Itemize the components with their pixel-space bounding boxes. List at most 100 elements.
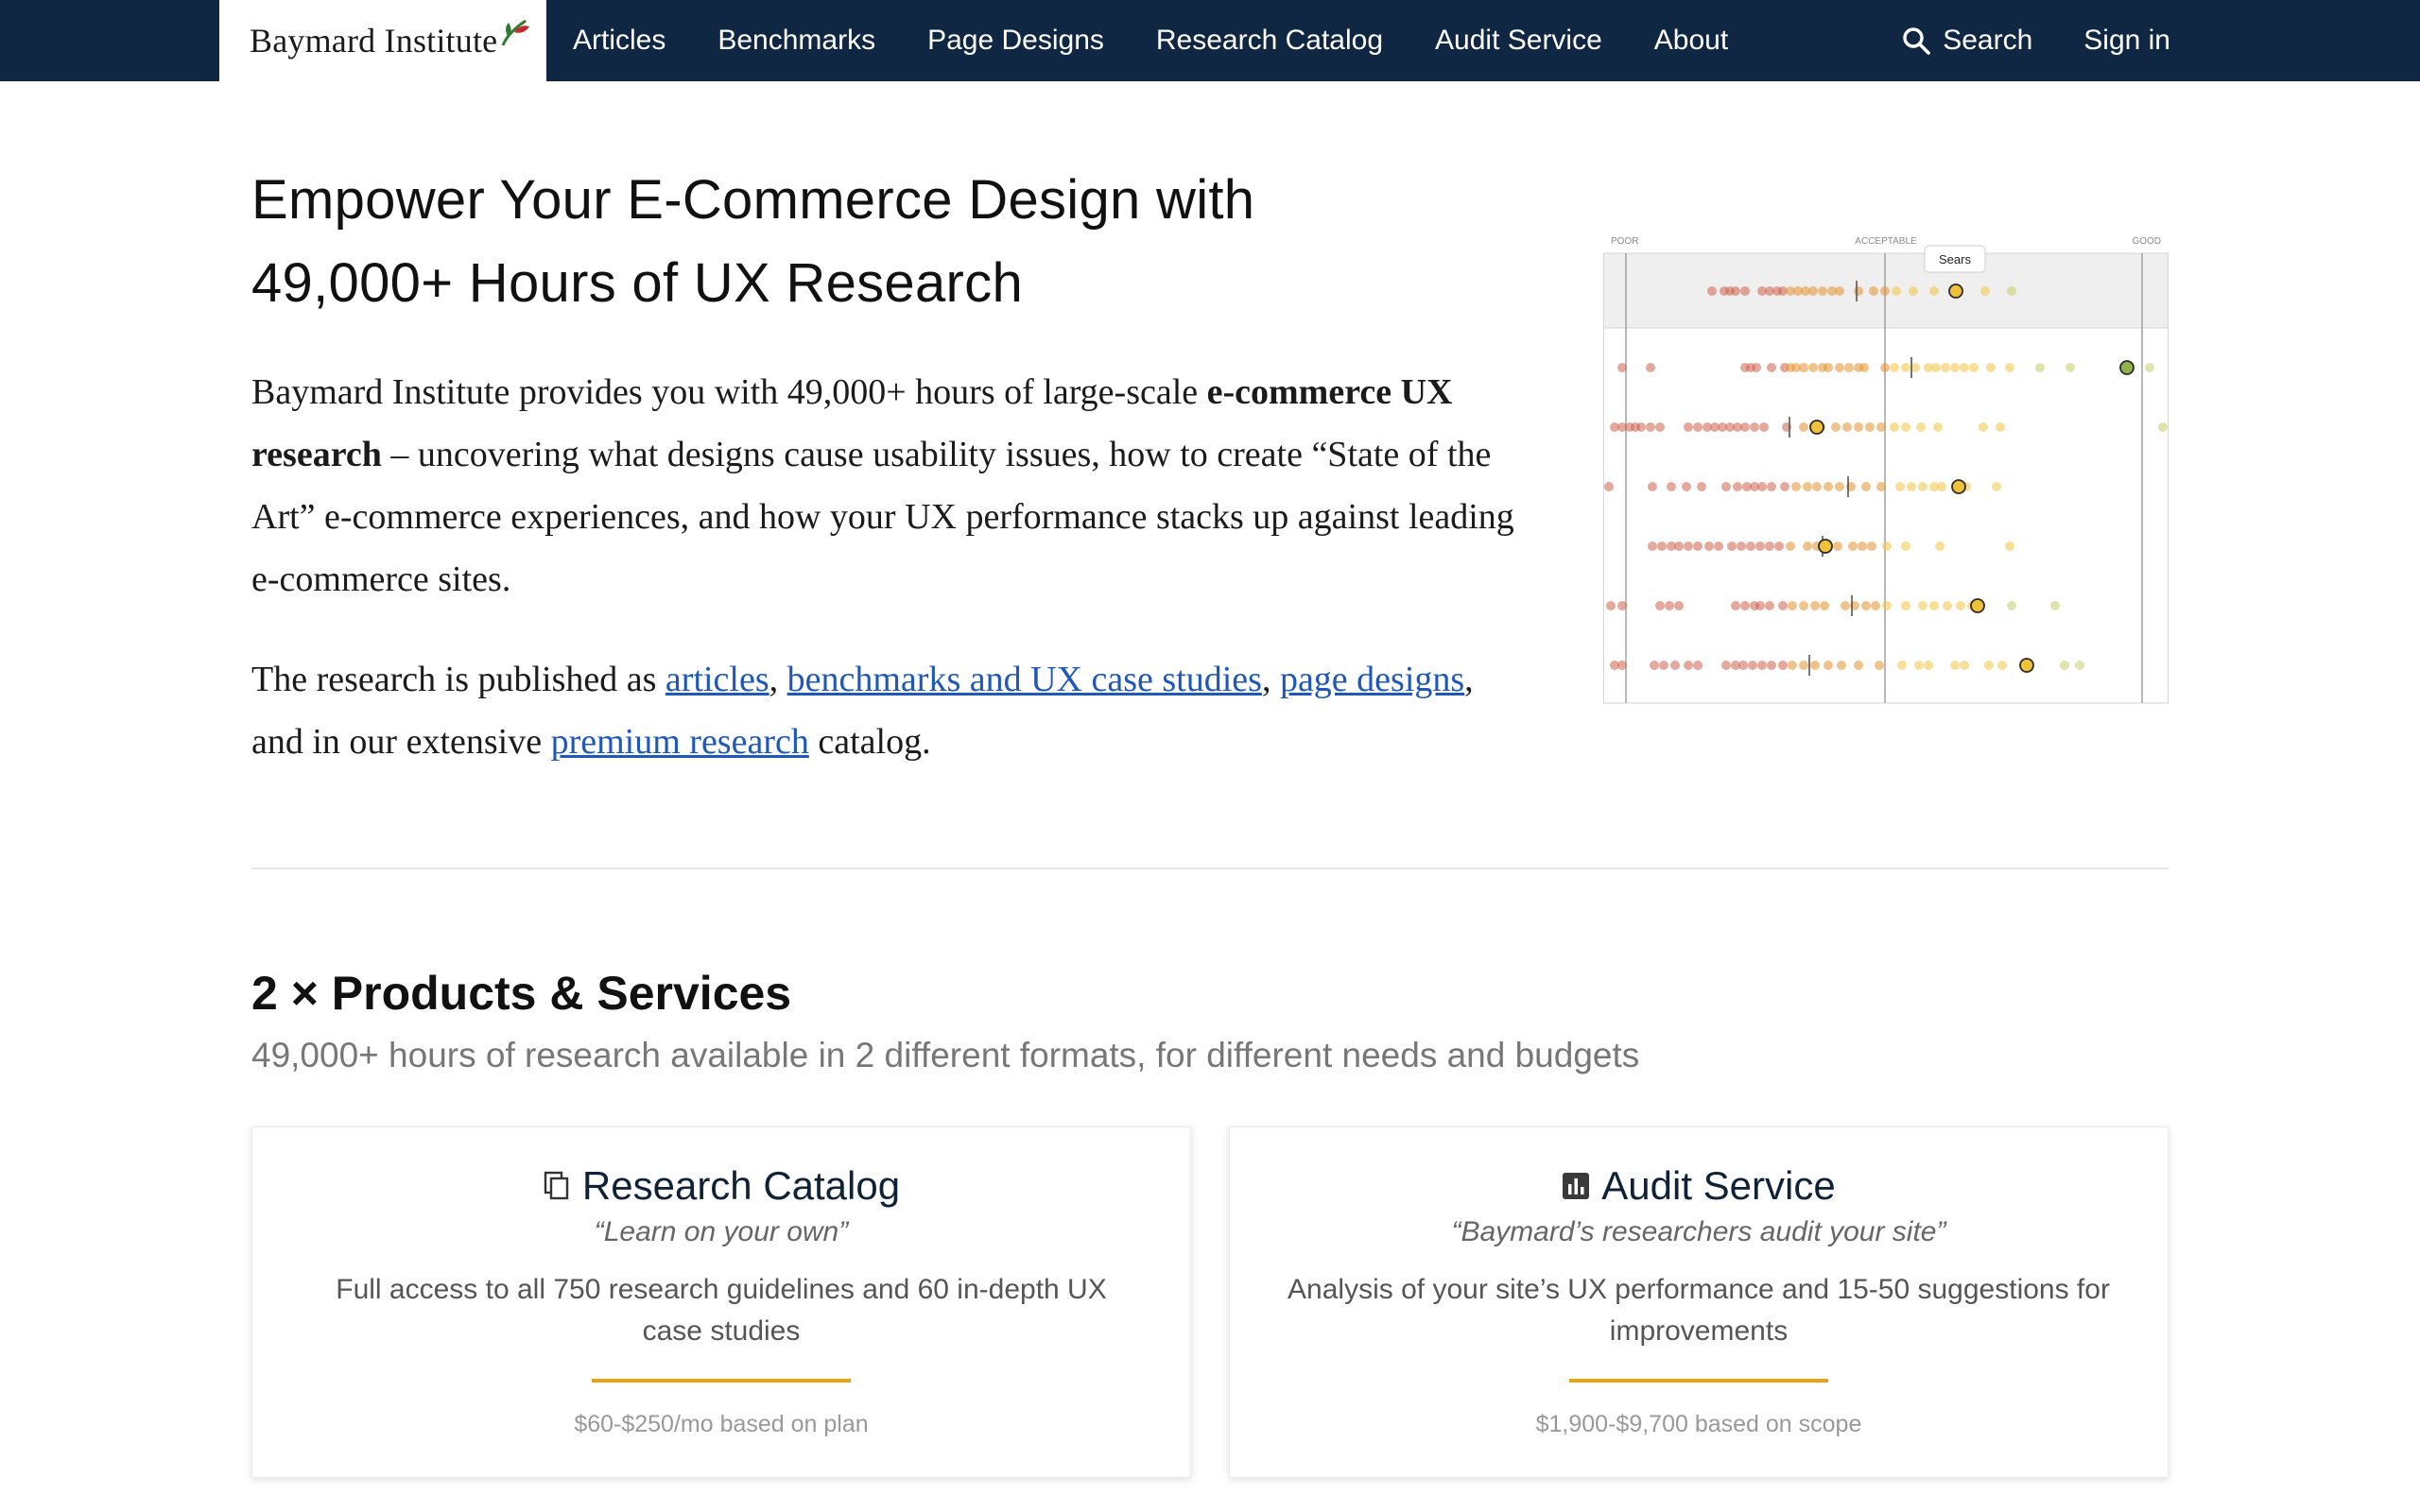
search-label: Search: [1943, 25, 2033, 56]
benchmark-dot: [1786, 541, 1795, 551]
benchmark-dot: [1901, 422, 1910, 432]
benchmark-dot: [1740, 601, 1750, 610]
benchmark-dot: [1778, 661, 1788, 670]
benchmark-dot: [1969, 363, 1979, 372]
benchmark-dot: [1767, 363, 1776, 372]
benchmark-dot: [1859, 363, 1869, 372]
benchmark-dot: [1731, 601, 1740, 610]
card-header: Audit Service: [1230, 1161, 2168, 1211]
card-price: $60-$250/mo based on plan: [574, 1411, 869, 1437]
benchmark-dot: [1861, 601, 1871, 610]
premium-research-link[interactable]: premium research: [551, 722, 809, 762]
hero-p1-text-rest: – uncovering what designs cause usabilit…: [251, 435, 1514, 599]
benchmark-dot: [1824, 661, 1833, 670]
benchmark-dot: [1636, 422, 1646, 432]
benchmark-dot: [1833, 541, 1842, 551]
benchmark-dot: [1892, 286, 1901, 296]
products-title: 2 × Products & Services: [251, 967, 792, 1020]
benchmark-dot: [1871, 601, 1880, 610]
nav-item-articles[interactable]: Articles: [573, 25, 666, 57]
benchmark-dot: [1714, 541, 1723, 551]
benchmark-dot: [1646, 363, 1655, 372]
benchmark-dot: [2075, 661, 2084, 670]
benchmark-dot: [2005, 541, 2014, 551]
logo[interactable]: Baymard Institute: [219, 0, 546, 81]
benchmark-dot: [1992, 482, 2001, 491]
benchmark-scatter-graphic: POOR ACCEPTABLE GOOD Sears: [1603, 236, 2169, 704]
benchmark-dot: [1901, 601, 1910, 610]
benchmark-dot: [1733, 482, 1742, 491]
benchmark-dot: [1693, 541, 1703, 551]
hero-title: Empower Your E-Commerce Design with 49,0…: [251, 159, 1386, 325]
benchmark-dot: [1895, 482, 1905, 491]
hero-title-line1: Empower Your E-Commerce Design with: [251, 169, 1255, 231]
benchmark-dot: [1740, 422, 1750, 432]
benchmark-dot: [1914, 661, 1924, 670]
highlighted-site-marker: [1970, 598, 1985, 613]
benchmark-dot: [1665, 601, 1674, 610]
highlighted-site-marker: [2119, 360, 2135, 375]
benchmark-dot: [1740, 286, 1750, 296]
hero-p2-sep2: ,: [1261, 660, 1280, 699]
benchmark-dot: [1757, 482, 1767, 491]
benchmark-dot: [1803, 541, 1812, 551]
accent-bar: [592, 1379, 851, 1383]
products-subtitle: 49,000+ hours of research available in 2…: [251, 1036, 1640, 1074]
hero-copy: Baymard Institute provides you with 49,0…: [251, 361, 1518, 811]
benchmark-dot: [1604, 482, 1614, 491]
benchmark-dot: [1950, 363, 1960, 372]
articles-link[interactable]: articles: [666, 660, 769, 699]
benchmark-dot: [1979, 422, 1988, 432]
benchmark-dot: [1617, 601, 1627, 610]
benchmark-dot: [1810, 601, 1820, 610]
main-menu: Articles Benchmarks Page Designs Researc…: [573, 0, 1780, 81]
benchmark-dot: [1841, 601, 1850, 610]
nav-item-research-catalog[interactable]: Research Catalog: [1156, 25, 1383, 57]
benchmarks-link[interactable]: benchmarks and UX case studies: [787, 660, 1262, 699]
nav-item-about[interactable]: About: [1654, 25, 1728, 57]
hero-paragraph-1: Baymard Institute provides you with 49,0…: [251, 361, 1518, 610]
benchmark-dot: [1617, 363, 1627, 372]
benchmark-dot: [1737, 541, 1746, 551]
benchmark-dot: [1693, 422, 1703, 432]
research-catalog-card[interactable]: Research Catalog “Learn on your own” Ful…: [251, 1126, 1191, 1478]
nav-item-audit-service[interactable]: Audit Service: [1435, 25, 1602, 57]
benchmark-dot: [1799, 601, 1808, 610]
benchmark-dot: [1727, 541, 1737, 551]
benchmark-dot: [1980, 286, 1990, 296]
benchmark-dot: [1909, 286, 1918, 296]
search-button[interactable]: Search: [1901, 25, 2032, 57]
benchmark-dot: [1657, 541, 1667, 551]
tooltip-label: Sears: [1939, 252, 1971, 266]
benchmark-dot: [1646, 422, 1655, 432]
nav-right: Search Sign in: [1901, 0, 2170, 81]
benchmark-dot: [2158, 422, 2168, 432]
benchmark-dot: [1858, 541, 1867, 551]
benchmark-dot: [2066, 363, 2075, 372]
benchmark-dot: [1674, 601, 1684, 610]
card-header: Research Catalog: [252, 1161, 1190, 1211]
highlighted-site-marker: [1951, 479, 1966, 494]
audit-service-card[interactable]: Audit Service “Baymard’s researchers aud…: [1229, 1126, 2169, 1478]
benchmark-dot: [1799, 661, 1808, 670]
benchmark-dot: [1738, 661, 1748, 670]
nav-item-benchmarks[interactable]: Benchmarks: [717, 25, 875, 57]
benchmark-dot: [1960, 661, 1969, 670]
benchmark-dot: [1820, 601, 1829, 610]
nav-item-page-designs[interactable]: Page Designs: [927, 25, 1104, 57]
benchmark-dot: [1648, 482, 1657, 491]
benchmark-dot: [1844, 363, 1854, 372]
bar-chart-icon: [1563, 1173, 1590, 1199]
benchmark-dot: [1924, 661, 1933, 670]
benchmark-dot: [1799, 422, 1808, 432]
benchmark-dot: [1835, 286, 1844, 296]
benchmark-dot: [1788, 661, 1797, 670]
page-designs-link[interactable]: page designs: [1280, 660, 1464, 699]
benchmark-dot: [1986, 363, 1996, 372]
logo-leaf-icon: [501, 19, 529, 46]
hero-p1-text: Baymard Institute provides you with 49,0…: [251, 372, 1207, 412]
sign-in-link[interactable]: Sign in: [2083, 25, 2170, 57]
benchmark-dot: [2007, 286, 2016, 296]
benchmark-dot: [1861, 482, 1871, 491]
benchmark-dot: [1799, 363, 1808, 372]
